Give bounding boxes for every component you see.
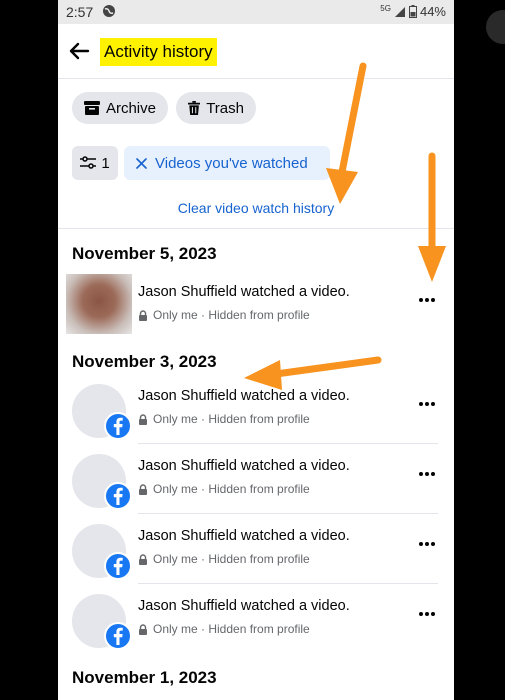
annotation-arrow	[326, 62, 367, 204]
phone-screen: 2:57 5G 44% Activity history Archive Tra…	[58, 0, 454, 700]
floating-bubble	[486, 10, 505, 44]
annotation-arrows	[244, 62, 446, 390]
annotation-arrow	[244, 356, 382, 390]
annotation-arrow	[418, 152, 446, 282]
